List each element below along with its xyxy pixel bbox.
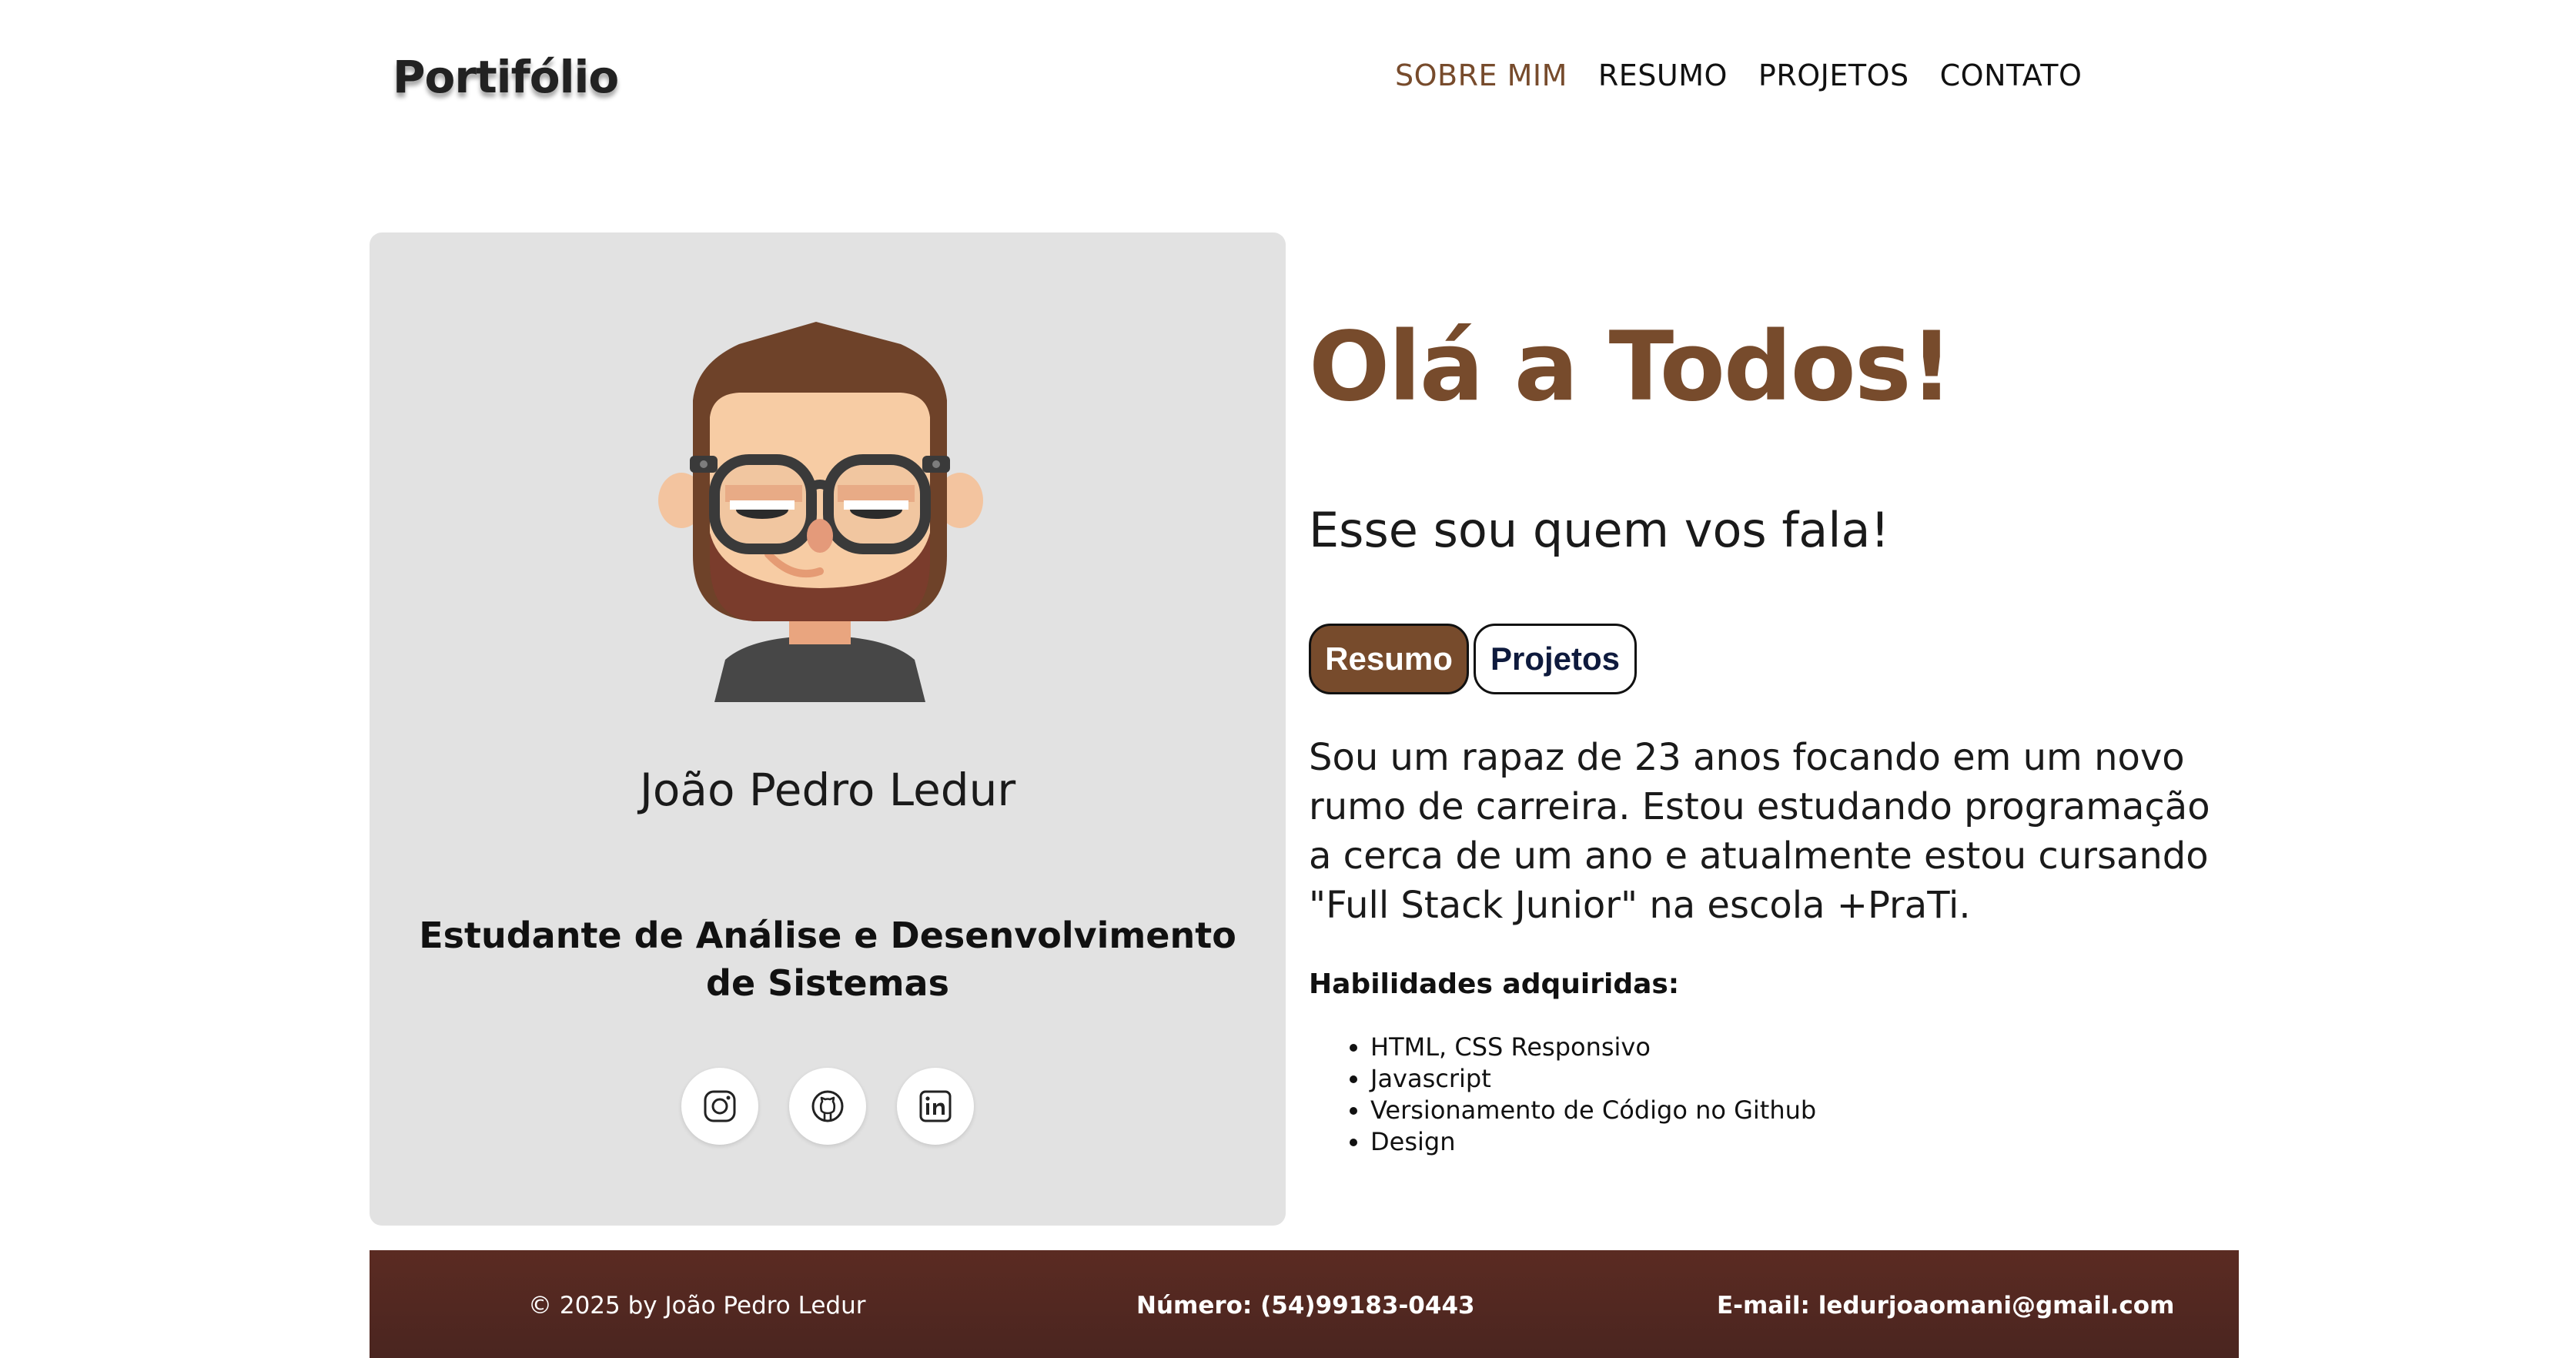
cartoon-avatar-icon [658, 322, 983, 702]
linkedin-button[interactable] [897, 1068, 974, 1145]
greeting-heading: Olá a Todos! [1309, 312, 1953, 423]
profile-role: Estudante de Análise e Desenvolvimento d… [419, 915, 1236, 1004]
nav-link-contato[interactable]: CONTATO [1940, 59, 2083, 92]
main-nav: SOBRE MIM RESUMO PROJETOS CONTATO [1395, 59, 2082, 92]
bio-text: Sou um rapaz de 23 anos focando em um no… [1309, 736, 2210, 927]
avatar [631, 309, 1009, 702]
profile-card: João Pedro Ledur Estudante de Análise e … [370, 232, 1286, 1226]
nav-link-projetos[interactable]: PROJETOS [1758, 59, 1909, 92]
site-header: Portifólio SOBRE MIM RESUMO PROJETOS CON… [0, 0, 2576, 162]
profile-name: João Pedro Ledur [639, 764, 1016, 816]
social-links [681, 1068, 974, 1145]
nav-link-sobre-mim[interactable]: SOBRE MIM [1395, 59, 1567, 92]
site-logo[interactable]: Portifólio [393, 51, 619, 103]
footer-email: E-mail: ledurjoaomani@gmail.com [1717, 1292, 2175, 1320]
linkedin-icon [919, 1090, 952, 1122]
footer-copyright: © 2025 by João Pedro Ledur [528, 1292, 866, 1320]
footer-phone: Número: (54)99183-0443 [1136, 1292, 1475, 1320]
skill-item: Versionamento de Código no Github [1370, 1095, 1816, 1126]
skill-item: Design [1370, 1126, 1816, 1158]
skill-item: Javascript [1370, 1063, 1816, 1095]
skills-list: HTML, CSS Responsivo Javascript Versiona… [1309, 1032, 1816, 1158]
projetos-button[interactable]: Projetos [1474, 624, 1637, 694]
github-button[interactable] [789, 1068, 866, 1145]
instagram-icon [704, 1090, 736, 1122]
skill-item: HTML, CSS Responsivo [1370, 1032, 1816, 1063]
instagram-button[interactable] [681, 1068, 758, 1145]
site-footer: © 2025 by João Pedro Ledur Número: (54)9… [370, 1250, 2239, 1358]
action-buttons: Resumo Projetos [1309, 624, 1637, 694]
github-icon [811, 1090, 844, 1122]
skills-title: Habilidades adquiridas: [1309, 968, 1680, 1000]
nav-link-resumo[interactable]: RESUMO [1598, 59, 1728, 92]
subtitle: Esse sou quem vos fala! [1309, 502, 1890, 558]
resumo-button[interactable]: Resumo [1309, 624, 1469, 694]
